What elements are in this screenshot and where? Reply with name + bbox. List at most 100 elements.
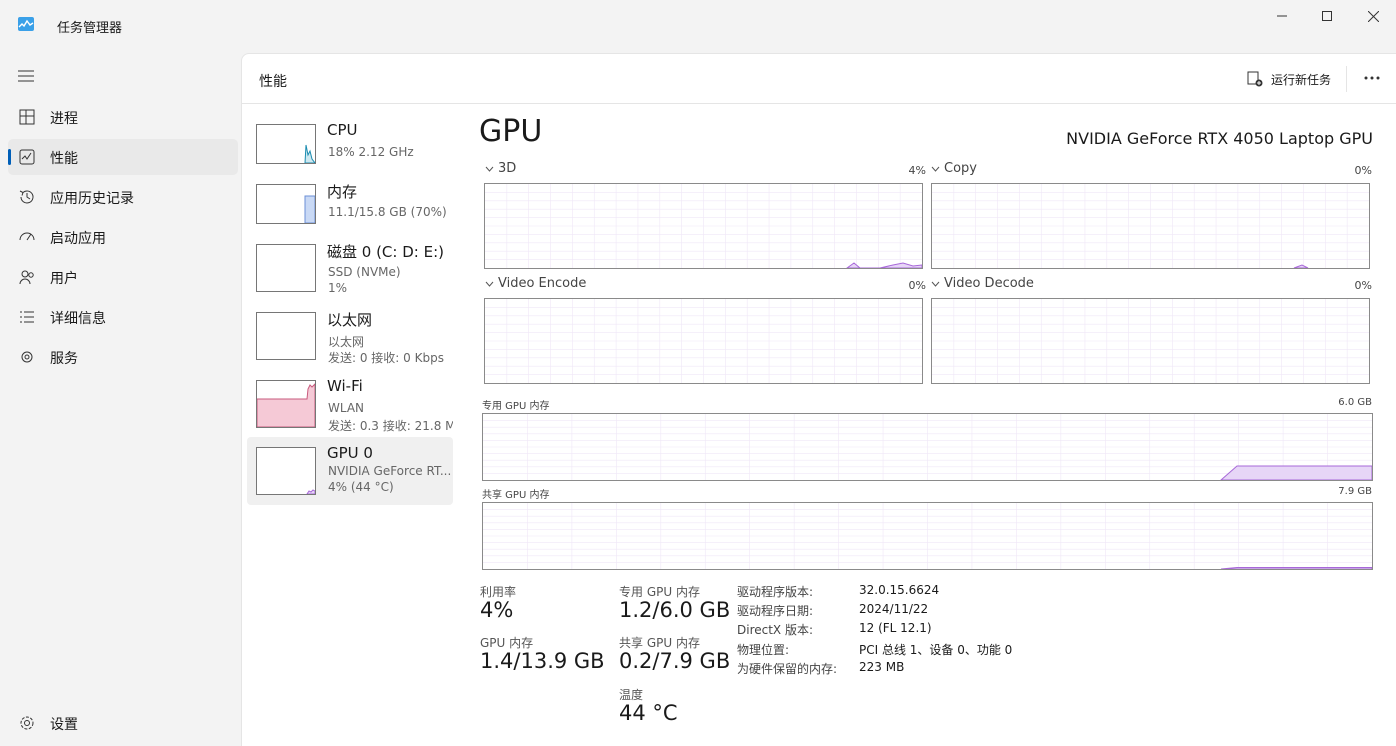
graph-3d: [484, 183, 923, 269]
nav-item-processes[interactable]: 进程: [8, 99, 238, 135]
graph-gridlines: [483, 503, 1372, 569]
resource-name: Wi-Fi: [327, 377, 363, 395]
info-key: 驱动程序版本:: [737, 585, 814, 599]
utilization-value: 4%: [480, 598, 514, 622]
close-button[interactable]: [1350, 0, 1396, 32]
hamburger-icon: [18, 70, 34, 82]
details-icon: [20, 311, 34, 323]
maximize-icon: [1322, 11, 1332, 21]
graph-gridlines: [485, 299, 922, 383]
nav-item-startup[interactable]: 启动应用: [8, 219, 238, 255]
graph-video-encode: [484, 298, 923, 384]
run-task-label: 运行新任务: [1271, 72, 1332, 87]
engine-selector-video-encode[interactable]: Video Encode: [485, 276, 586, 291]
dedicated-memory-label: 专用 GPU 内存: [482, 401, 550, 412]
engine-percent: 0%: [1354, 279, 1372, 292]
nav-item-users[interactable]: 用户: [8, 259, 238, 295]
performance-icon: [19, 149, 35, 165]
directx-version-value: 12 (FL 12.1): [859, 621, 932, 635]
gpu-model-name: NVIDIA GeForce RTX 4050 Laptop GPU: [1066, 129, 1373, 148]
more-icon: [1364, 76, 1380, 80]
history-icon: [19, 190, 34, 204]
services-icon: [21, 351, 33, 363]
engine-selector-copy[interactable]: Copy: [931, 161, 977, 176]
resource-item-gpu0[interactable]: GPU 0 NVIDIA GeForce RT... 4% (44 °C): [247, 437, 453, 505]
ethernet-thumbnail-graph: [256, 312, 316, 360]
engine-percent: 0%: [908, 279, 926, 292]
detail-title: GPU: [479, 114, 543, 149]
startup-icon: [19, 232, 35, 241]
nav-item-services[interactable]: 服务: [8, 339, 238, 375]
close-icon: [1367, 10, 1379, 22]
resource-item-ethernet[interactable]: 以太网 以太网 发送: 0 接收: 0 Kbps: [247, 296, 453, 365]
resource-name: CPU: [327, 121, 358, 139]
more-options-button[interactable]: [1360, 66, 1384, 90]
resource-usage: 1%: [328, 281, 348, 295]
graph-dedicated-memory: [482, 413, 1373, 481]
resource-item-disk[interactable]: 磁盘 0 (C: D: E:) SSD (NVMe) 1%: [247, 228, 453, 296]
nav-label-startup: 启动应用: [50, 231, 106, 247]
active-indicator: [8, 149, 11, 165]
content-panel: 性能 运行新任务 CPU 18% 2.12 GHz 内存 11.1/15.8 G…: [241, 53, 1396, 746]
page-title: 性能: [259, 74, 287, 90]
resource-name: 以太网: [327, 311, 373, 329]
info-key: 物理位置:: [737, 643, 790, 657]
nav-label-app-history: 应用历史记录: [50, 191, 134, 207]
graph-gridlines: [932, 299, 1369, 383]
resource-name: GPU 0: [327, 444, 373, 462]
window-title: 任务管理器: [57, 21, 123, 36]
dedicated-memory-max: 6.0 GB: [1338, 397, 1372, 408]
graph-shared-memory: [482, 502, 1373, 570]
content-header: 性能 运行新任务: [242, 54, 1396, 104]
nav-item-performance[interactable]: 性能: [8, 139, 238, 175]
resource-item-wifi[interactable]: Wi-Fi WLAN 发送: 0.3 接收: 21.8 M: [247, 364, 453, 433]
resource-detail: SSD (NVMe): [328, 265, 401, 279]
nav-item-settings[interactable]: 设置: [8, 705, 238, 741]
resource-usage: 4% (44 °C): [328, 480, 394, 494]
run-new-task-button[interactable]: 运行新任务: [1247, 68, 1331, 90]
users-icon: [19, 270, 34, 285]
nav-label-details: 详细信息: [50, 311, 106, 327]
chevron-down-icon: [485, 166, 494, 172]
nav-label-performance: 性能: [50, 151, 78, 167]
resource-item-cpu[interactable]: CPU 18% 2.12 GHz: [247, 108, 453, 176]
graph-video-decode: [931, 298, 1370, 384]
title-bar: 任务管理器: [0, 0, 1396, 50]
nav-menu-button[interactable]: [14, 64, 38, 88]
physical-location-value: PCI 总线 1、设备 0、功能 0: [859, 643, 1013, 657]
engine-label: Video Encode: [498, 276, 587, 291]
gear-icon: [20, 716, 34, 730]
shared-memory-stat-value: 0.2/7.9 GB: [619, 649, 731, 673]
reserved-memory-value: 223 MB: [859, 660, 905, 674]
minimize-icon: [1277, 15, 1287, 17]
info-key: 驱动程序日期:: [737, 604, 814, 618]
header-divider: [1346, 66, 1347, 92]
shared-memory-max: 7.9 GB: [1338, 486, 1372, 497]
shared-memory-label: 共享 GPU 内存: [482, 490, 550, 501]
graph-copy: [931, 183, 1370, 269]
dedicated-memory-stat-value: 1.2/6.0 GB: [619, 598, 731, 622]
temperature-value: 44 °C: [619, 701, 678, 725]
nav-label-users: 用户: [50, 271, 78, 287]
gpu-thumbnail-graph: [256, 447, 316, 495]
graph-gridlines: [485, 184, 922, 268]
graph-gridlines: [932, 184, 1369, 268]
engine-selector-video-decode[interactable]: Video Decode: [931, 276, 1034, 291]
disk-thumbnail-graph: [256, 244, 316, 292]
driver-version-value: 32.0.15.6624: [859, 583, 940, 597]
resource-detail: 以太网: [328, 335, 365, 349]
minimize-button[interactable]: [1259, 0, 1305, 32]
chevron-down-icon: [931, 166, 940, 172]
nav-item-app-history[interactable]: 应用历史记录: [8, 179, 238, 215]
resource-throughput: 发送: 0.3 接收: 21.8 M: [328, 419, 453, 433]
resource-detail: NVIDIA GeForce RT...: [328, 464, 452, 478]
memory-thumbnail-graph: [256, 184, 316, 224]
nav-item-details[interactable]: 详细信息: [8, 299, 238, 335]
run-task-icon: [1247, 71, 1263, 87]
engine-label: Video Decode: [944, 276, 1034, 291]
maximize-button[interactable]: [1304, 0, 1350, 32]
engine-label: 3D: [498, 161, 517, 176]
chevron-down-icon: [931, 281, 940, 287]
engine-selector-3d[interactable]: 3D: [485, 161, 516, 176]
resource-item-memory[interactable]: 内存 11.1/15.8 GB (70%): [247, 168, 453, 236]
